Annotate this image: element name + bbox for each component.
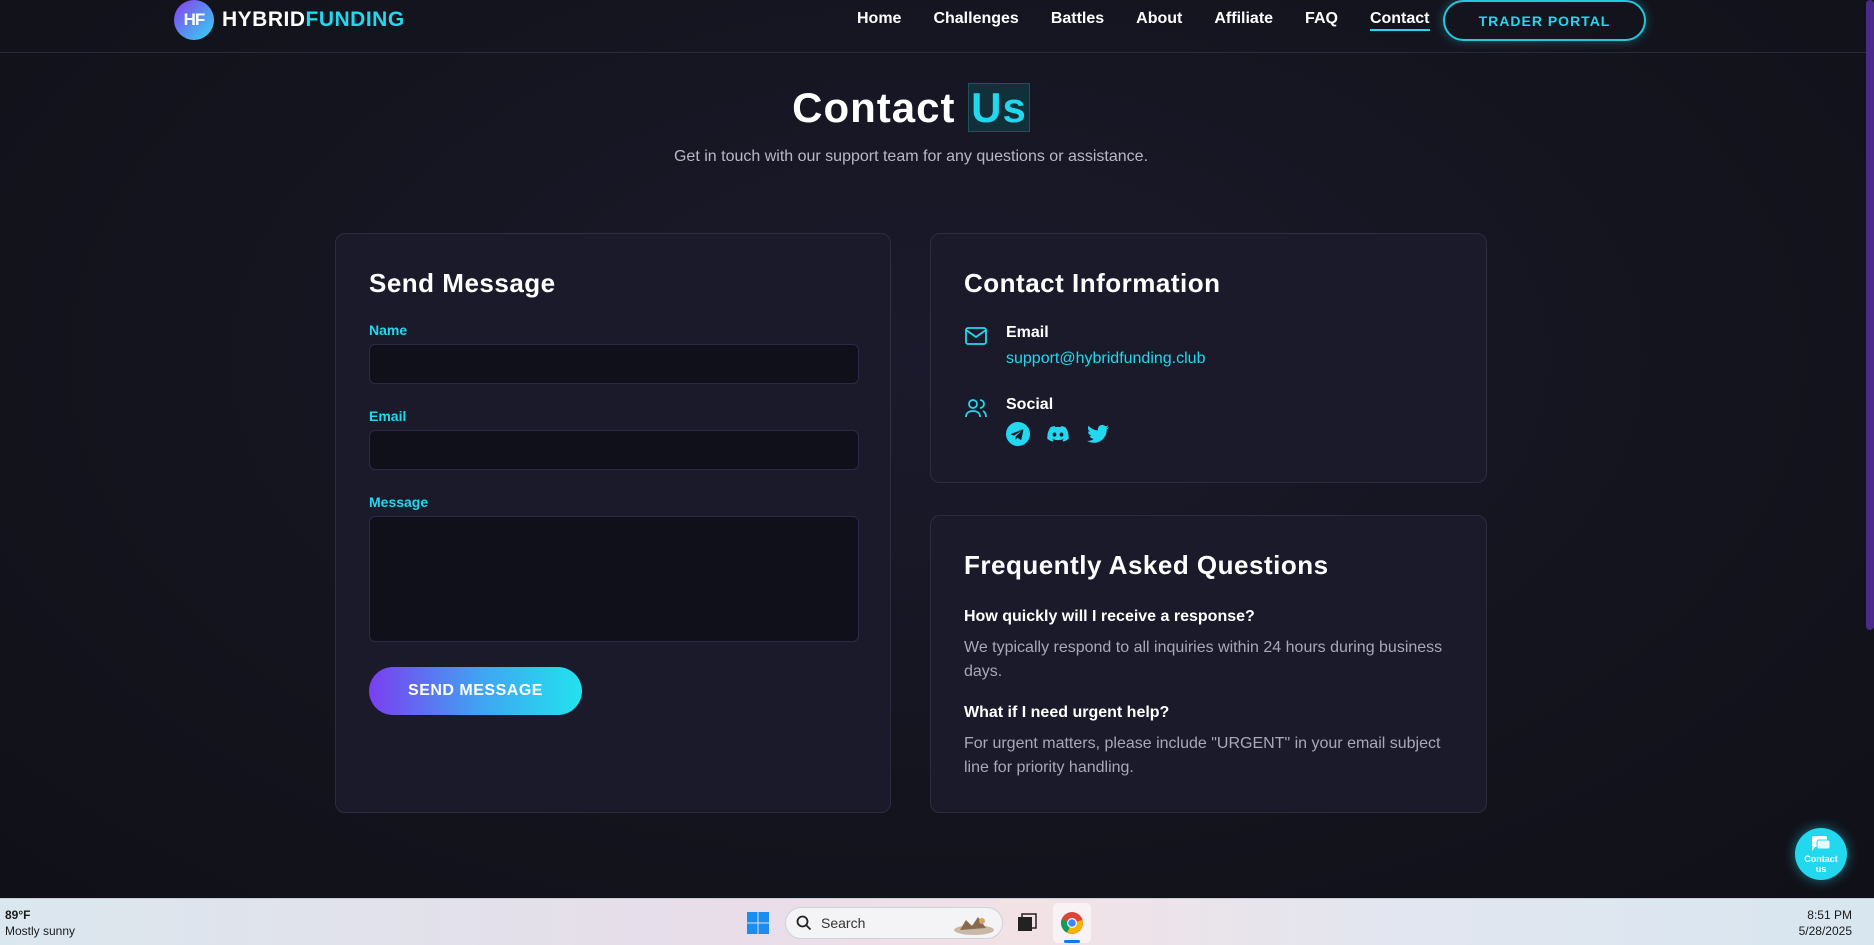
email-input[interactable] xyxy=(369,430,859,470)
windows-start-icon[interactable] xyxy=(746,911,770,935)
message-label: Message xyxy=(369,494,429,510)
logo-badge: HF xyxy=(174,0,214,40)
logo-text-funding: FUNDING xyxy=(305,8,405,31)
social-icons xyxy=(1006,422,1110,446)
logo-text-hybrid: HYBRID xyxy=(222,8,306,31)
faq-answer: We typically respond to all inquiries wi… xyxy=(964,639,1443,680)
social-info-row: Social xyxy=(964,396,1110,446)
taskbar-clock[interactable]: 8:51 PM 5/28/2025 xyxy=(1799,907,1852,939)
nav-link-affiliate[interactable]: Affiliate xyxy=(1214,10,1273,31)
page-subtitle: Get in touch with our support team for a… xyxy=(673,148,1149,165)
page-title: Contact Us xyxy=(0,83,1822,132)
discord-icon[interactable] xyxy=(1046,422,1070,446)
nav-link-challenges[interactable]: Challenges xyxy=(933,10,1018,31)
message-textarea[interactable] xyxy=(369,516,859,642)
faq-question: How quickly will I receive a response? xyxy=(964,608,1255,625)
weather-widget[interactable]: 89°F Mostly sunny xyxy=(5,907,75,939)
send-message-button[interactable]: SEND MESSAGE xyxy=(369,667,582,715)
nav-link-home[interactable]: Home xyxy=(857,10,901,31)
nav-link-battles[interactable]: Battles xyxy=(1051,10,1104,31)
taskbar-search-placeholder: Search xyxy=(821,915,866,931)
search-icon xyxy=(796,915,812,931)
floating-contact-label-2: us xyxy=(1815,864,1827,874)
logo-text: HYBRIDFUNDING xyxy=(222,8,405,32)
trader-portal-button[interactable]: TRADER PORTAL xyxy=(1443,0,1646,41)
search-highlight-art-icon xyxy=(954,917,994,935)
faq-card: Frequently Asked Questions How quickly w… xyxy=(930,515,1487,813)
page-title-highlight: Us xyxy=(968,83,1030,132)
name-input[interactable] xyxy=(369,344,859,384)
logo[interactable]: HF HYBRIDFUNDING xyxy=(174,0,405,40)
contact-info-heading: Contact Information xyxy=(964,268,1221,298)
weather-temperature: 89°F xyxy=(5,908,31,922)
clock-date: 5/28/2025 xyxy=(1798,924,1852,938)
social-info-title: Social xyxy=(1006,396,1054,413)
nav-links: Home Challenges Battles About Affiliate … xyxy=(857,10,1462,31)
page: HF HYBRIDFUNDING Home Challenges Battles… xyxy=(0,0,1874,898)
faq-question: What if I need urgent help? xyxy=(964,704,1170,721)
faq-heading: Frequently Asked Questions xyxy=(964,550,1329,580)
send-message-heading: Send Message xyxy=(369,268,556,298)
nav-link-contact[interactable]: Contact xyxy=(1369,10,1430,31)
floating-contact-label-1: Contact xyxy=(1804,854,1838,864)
chat-icon xyxy=(1812,836,1831,851)
email-info-row: Email support@hybridfunding.club xyxy=(964,324,1205,368)
users-icon xyxy=(964,396,988,420)
email-info-title: Email xyxy=(1006,324,1049,341)
task-view-icon[interactable] xyxy=(1015,911,1039,935)
page-title-main: Contact xyxy=(792,84,956,131)
chrome-active-indicator xyxy=(1064,940,1080,943)
mail-icon xyxy=(964,324,988,348)
twitter-icon[interactable] xyxy=(1086,422,1110,446)
send-message-card: Send Message Name Email Message SEND MES… xyxy=(335,233,891,813)
windows-taskbar: 89°F Mostly sunny Search 8:51 PM 5/28/20… xyxy=(0,898,1874,945)
taskbar-search[interactable]: Search xyxy=(785,907,1003,939)
support-email-link[interactable]: support@hybridfunding.club xyxy=(1006,350,1205,368)
clock-time: 8:51 PM xyxy=(1807,908,1852,922)
floating-contact-button[interactable]: Contact us xyxy=(1795,828,1847,880)
nav-link-about[interactable]: About xyxy=(1136,10,1182,31)
top-navbar: HF HYBRIDFUNDING Home Challenges Battles… xyxy=(0,0,1866,53)
telegram-icon[interactable] xyxy=(1006,422,1030,446)
contact-info-card: Contact Information Email support@hybrid… xyxy=(930,233,1487,483)
chrome-icon[interactable] xyxy=(1060,911,1084,935)
name-label: Name xyxy=(369,322,408,338)
scrollbar[interactable] xyxy=(1866,0,1874,630)
faq-answer: For urgent matters, please include "URGE… xyxy=(964,735,1441,776)
nav-link-faq[interactable]: FAQ xyxy=(1305,10,1338,31)
email-label: Email xyxy=(369,408,407,424)
weather-condition: Mostly sunny xyxy=(5,924,76,938)
